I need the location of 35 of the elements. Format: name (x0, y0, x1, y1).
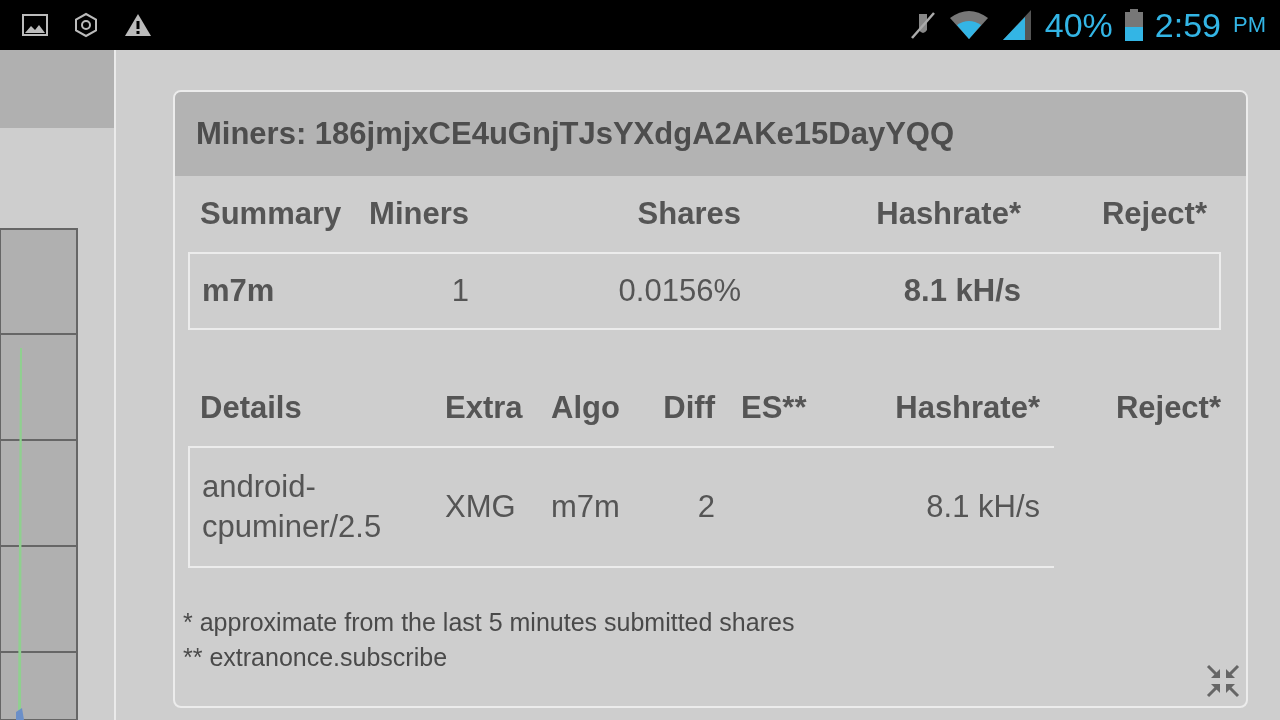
battery-icon (1124, 9, 1143, 41)
signal-icon (1000, 9, 1033, 41)
table-cell: m7m (188, 252, 363, 330)
column-header: Diff (663, 390, 715, 426)
collapse-icon[interactable] (1206, 664, 1240, 698)
table-cell: 8.1 kH/s (755, 252, 1035, 330)
column-header: Shares (637, 196, 741, 232)
column-header: Algo (551, 390, 620, 426)
table-cell: XMG (433, 446, 539, 568)
table-cell: m7m (539, 446, 645, 568)
hexagon-icon (74, 12, 98, 38)
table-cell: 0.0156% (483, 252, 755, 330)
column-header: Miners (369, 196, 469, 232)
column-header: Reject* (1115, 390, 1221, 426)
footnote: ** extranonce.subscribe (183, 643, 449, 672)
warning-icon (124, 13, 152, 37)
column-header: Extra (445, 390, 523, 426)
mute-icon (908, 10, 937, 40)
panel-title: Miners: 186jmjxCE4uGnjTJsYXdgA2AKe15DayYQQ (196, 116, 955, 152)
clock-time: 2:59 (1154, 8, 1221, 42)
column-header: ES** (741, 390, 807, 426)
table-cell: 8.1 kH/s (819, 446, 1054, 568)
wifi-icon (948, 10, 989, 40)
column-header: Summary (200, 196, 342, 232)
column-header: Reject* (1101, 196, 1207, 232)
column-header: Hashrate* (895, 390, 1040, 426)
table-cell: 1 (363, 252, 483, 330)
table-cell: 2 (645, 446, 729, 568)
footnote: * approximate from the last 5 minutes submitted shares (183, 608, 796, 637)
clock-ampm: PM (1233, 14, 1266, 36)
column-header: Details (200, 390, 302, 426)
battery-percent: 40% (1044, 8, 1113, 42)
table-cell: android-cpuminer/2.5 (188, 446, 433, 568)
image-icon (22, 14, 48, 36)
column-header: Hashrate* (876, 196, 1021, 232)
